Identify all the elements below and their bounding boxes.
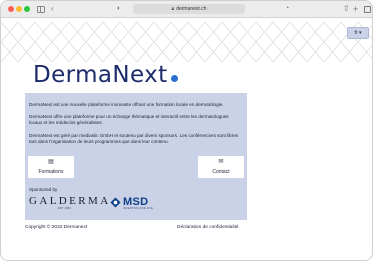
lock-icon: 🔒︎	[171, 6, 175, 12]
address-url: dermanext.ch	[176, 6, 207, 12]
contact-card[interactable]: ✉ Contact	[198, 156, 244, 178]
msd-tagline: INVENTING FOR LIFE	[123, 207, 154, 210]
zoom-window-button[interactable]	[24, 6, 30, 12]
site-logo[interactable]: DermaNext	[33, 62, 178, 88]
tab-overview-icon[interactable]	[364, 6, 371, 13]
sponsored-by-label: Sponsored by	[29, 187, 58, 192]
minimize-window-button[interactable]	[16, 6, 22, 12]
formations-label: Formations	[38, 169, 64, 175]
sidebar-icon[interactable]	[37, 6, 45, 13]
new-tab-icon[interactable]: +	[353, 3, 358, 15]
contact-label: Contact	[212, 169, 230, 175]
share-icon[interactable]: ⇧	[343, 3, 350, 15]
browser-window: ‹ ◐ 🔒︎ dermanext.ch ◔ ⇧ + fr ▾ DermaNext …	[0, 0, 373, 261]
page-content: fr ▾ DermaNext DermaNext est une nouvell…	[1, 18, 372, 260]
reader-icon[interactable]: ◔	[285, 3, 289, 15]
footer-copyright: Copyright © 2022 Dermanext	[25, 225, 88, 230]
logo-text-next: Next	[112, 62, 168, 88]
intro-panel: DermaNext est une nouvelle plateforme in…	[25, 93, 247, 220]
language-selector[interactable]: fr ▾	[347, 27, 369, 39]
back-icon[interactable]: ‹	[51, 3, 54, 15]
privacy-link[interactable]: Déclaration de confidentialité	[177, 225, 239, 230]
logo-dot-icon	[170, 75, 178, 82]
galderma-tagline: EST 1981	[58, 207, 72, 210]
close-window-button[interactable]	[8, 6, 14, 12]
address-bar[interactable]: 🔒︎ dermanext.ch	[133, 4, 245, 14]
intro-paragraph: DermaNext offre une plateforme pour un é…	[29, 114, 229, 125]
intro-paragraph: DermaNext est une nouvelle plateforme in…	[29, 102, 224, 107]
intro-paragraph: DermaNext est géré par mediaslic GmbH et…	[29, 133, 239, 144]
msd-mark-icon	[110, 197, 121, 208]
galderma-logo[interactable]: GALDERMA	[29, 195, 111, 207]
privacy-shield-icon[interactable]: ◐	[117, 3, 121, 15]
formations-card[interactable]: ▤ Formations	[28, 156, 74, 178]
book-icon: ▤	[48, 159, 54, 165]
logo-text-derma: Derma	[33, 62, 113, 88]
browser-toolbar: ‹ ◐ 🔒︎ dermanext.ch ◔ ⇧ +	[1, 1, 372, 18]
envelope-icon: ✉	[218, 159, 224, 165]
